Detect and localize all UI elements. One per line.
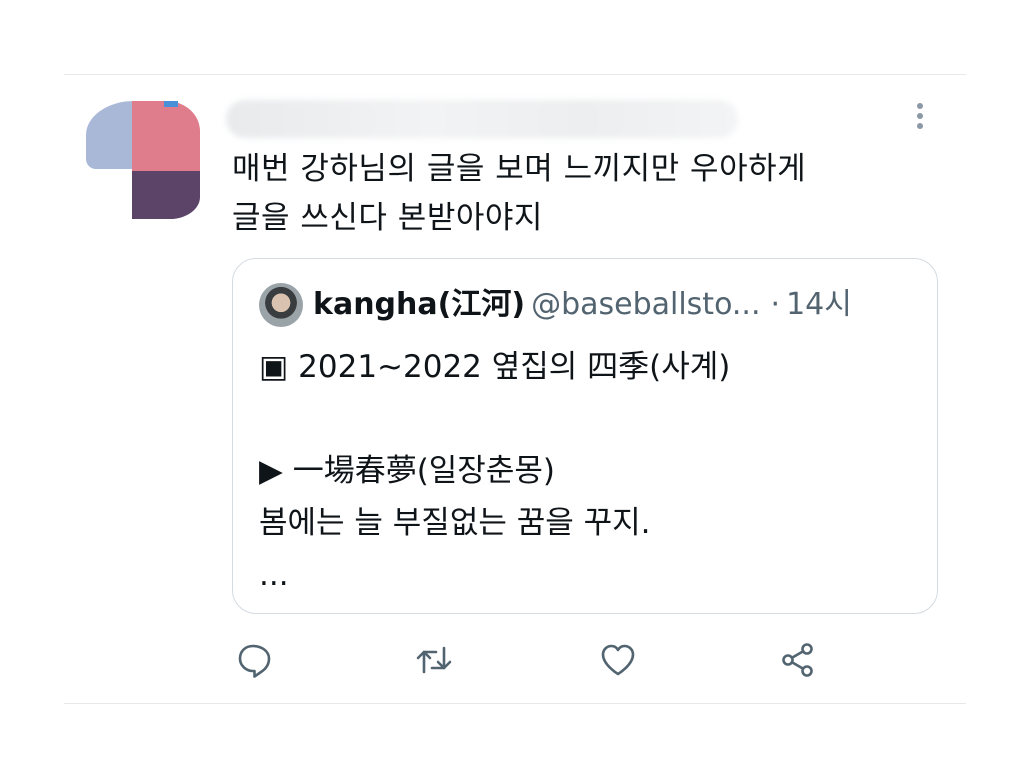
avatar[interactable] <box>86 101 200 219</box>
quoted-author-avatar[interactable] <box>259 283 303 327</box>
quoted-tweet-header: kangha(江河) @baseballsto... · 14시 <box>313 283 852 327</box>
share-button[interactable] <box>778 640 818 680</box>
heart-icon <box>601 644 635 676</box>
tweet-text-line-1: 매번 강하님의 글을 보며 느끼지만 우아하게 <box>232 151 807 187</box>
separator-dot: · <box>770 287 781 322</box>
retweet-icon <box>416 646 452 674</box>
quoted-tweet-time[interactable]: 14시 <box>786 287 852 322</box>
retweet-button[interactable] <box>414 640 454 680</box>
like-button[interactable] <box>598 640 638 680</box>
quoted-tweet[interactable]: kangha(江河) @baseballsto... · 14시 ▣ 2021~202… <box>232 258 938 614</box>
blurred-user-name <box>226 100 738 138</box>
share-icon <box>782 643 813 677</box>
quoted-author-name[interactable]: kangha(江河) <box>313 287 525 322</box>
tweet-actions <box>0 640 1029 680</box>
tweet-text-line-2: 글을 쓰신다 본받아야지 <box>232 200 543 236</box>
quoted-tweet-body: ▣ 2021~2022 옆집의 四季(사계) ▶ 一場春夢(일장춘몽) 봄에는 … <box>259 349 731 593</box>
top-divider <box>64 74 966 75</box>
reply-icon <box>238 644 271 678</box>
bottom-divider <box>64 703 966 704</box>
more-vertical-icon <box>917 103 923 129</box>
more-options-button[interactable] <box>906 100 934 136</box>
tweet-text: 매번 강하님의 글을 보며 느끼지만 우아하게 글을 쓰신다 본받아야지 <box>232 145 932 243</box>
quoted-author-handle[interactable]: @baseballsto... <box>531 287 760 322</box>
reply-button[interactable] <box>234 640 274 680</box>
